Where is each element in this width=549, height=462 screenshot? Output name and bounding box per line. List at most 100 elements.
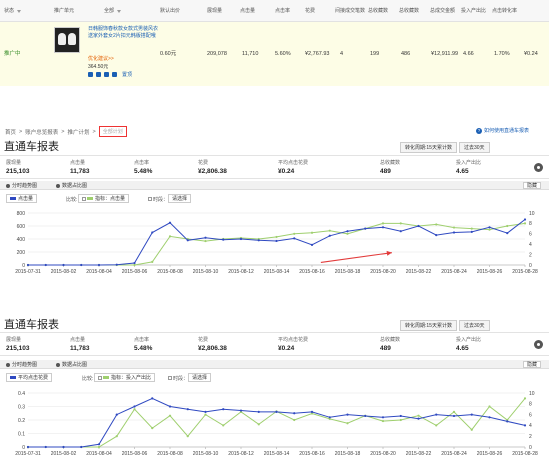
time-select[interactable]: 请选择 bbox=[168, 194, 192, 203]
checkbox-icon bbox=[82, 196, 86, 201]
cvr2-cell: ¥0.24 bbox=[524, 51, 538, 57]
radio-icon bbox=[56, 183, 60, 188]
help-link[interactable]: ? 如何使用直通车报表 bbox=[476, 127, 529, 134]
data-point bbox=[151, 260, 154, 263]
metric-label: 点击量 bbox=[70, 160, 86, 166]
series-line bbox=[28, 222, 526, 266]
y2-tick-label: 0 bbox=[529, 445, 532, 451]
col-ctr[interactable]: 点击率 bbox=[275, 0, 290, 22]
data-point bbox=[417, 417, 420, 420]
series-swatch bbox=[87, 197, 93, 200]
x-tick-label: 2015-08-14 bbox=[264, 269, 290, 275]
col-clicks[interactable]: 点击量 bbox=[240, 0, 255, 22]
metric-label: 总收藏数 bbox=[380, 337, 401, 343]
data-point bbox=[381, 222, 385, 225]
hide-button[interactable]: 隐藏 bbox=[522, 361, 541, 368]
gear-icon[interactable] bbox=[534, 163, 543, 172]
data-point bbox=[275, 239, 278, 243]
hide-button[interactable]: 隐藏 bbox=[522, 182, 541, 189]
product-thumbnail[interactable] bbox=[54, 27, 80, 53]
data-point bbox=[470, 227, 473, 230]
data-point bbox=[506, 224, 509, 228]
tab-trend[interactable]: 分时趋势图 bbox=[6, 182, 37, 189]
tab-trend[interactable]: 分时趋势图 bbox=[6, 361, 37, 368]
search-icon[interactable] bbox=[88, 72, 93, 77]
col-cvr[interactable]: 点击转化率 bbox=[492, 0, 520, 22]
series-line bbox=[28, 398, 526, 448]
data-point bbox=[239, 237, 243, 241]
col-impressions[interactable]: 展现量 bbox=[207, 0, 222, 22]
compare-select[interactable]: 指标：投入产出比 bbox=[94, 373, 156, 382]
data-point bbox=[417, 224, 420, 228]
row-actions: 置顶 bbox=[88, 71, 132, 78]
col-total-deal[interactable]: 总成交金额 bbox=[430, 0, 460, 22]
settings-icon[interactable] bbox=[96, 72, 101, 77]
breadcrumb-home[interactable]: 首页 bbox=[5, 128, 16, 136]
compare-select[interactable]: 指标：点击量 bbox=[78, 194, 130, 203]
col-default-bid[interactable]: 默认出价 bbox=[160, 0, 180, 22]
data-point bbox=[435, 424, 438, 427]
metrics-strip: 展现量 215,103 点击量 11,783 点击率 5.48% 花费 ¥2,806.38 平均… bbox=[0, 332, 549, 356]
time-label-text: 时段： bbox=[153, 197, 169, 203]
conversion-period-select[interactable]: 转化周期:15天累计数 bbox=[400, 320, 457, 331]
compare-label: 比较: bbox=[66, 197, 78, 203]
chart-icon[interactable] bbox=[104, 72, 109, 77]
col-cost[interactable]: 花费 bbox=[305, 0, 315, 22]
x-tick-label: 2015-08-20 bbox=[370, 451, 396, 457]
hide-button-label: 隐藏 bbox=[526, 362, 537, 368]
tab-trend-label: 分时趋势图 bbox=[12, 362, 38, 368]
edit-icon[interactable] bbox=[112, 72, 117, 77]
status-badge: 推广中 bbox=[4, 51, 21, 57]
data-point bbox=[293, 418, 296, 422]
x-tick-label: 2015-08-06 bbox=[122, 269, 148, 275]
col-total-fav-label: 总收藏数 bbox=[368, 7, 389, 14]
data-point bbox=[399, 414, 402, 418]
plan-select[interactable]: 全部计划 bbox=[98, 126, 127, 137]
col-total-fav2[interactable]: 总收藏数 bbox=[399, 0, 429, 22]
breadcrumb-account[interactable]: 账户总览报表 bbox=[25, 128, 58, 136]
date-range-select[interactable]: 过去30天 bbox=[458, 142, 490, 153]
chart-clicks: 0 200 400 600 800 0 2 4 6 8 10 2015-07-31 2015-08-02… bbox=[15, 211, 538, 275]
y-tick-label: 800 bbox=[17, 211, 26, 217]
x-tick-label: 2015-08-26 bbox=[477, 451, 503, 457]
date-range-select[interactable]: 过去30天 bbox=[458, 320, 490, 331]
data-point bbox=[204, 410, 207, 413]
x-tick-label: 2015-08-10 bbox=[193, 269, 219, 275]
col-all[interactable]: 全部 bbox=[104, 0, 122, 22]
checkbox-icon[interactable] bbox=[148, 197, 152, 201]
checkbox-icon[interactable] bbox=[168, 376, 172, 380]
col-status-label: 状态 bbox=[4, 7, 15, 14]
data-point bbox=[328, 234, 331, 237]
chart-toolbar: 点击量 比较: 指标：点击量 时段： 请选择 bbox=[0, 193, 549, 204]
col-total-deal-label: 总成交金额 bbox=[430, 7, 456, 14]
data-point bbox=[133, 408, 136, 411]
data-point bbox=[133, 261, 136, 265]
data-point bbox=[257, 423, 260, 426]
col-indirect[interactable]: 间接成交笔数 bbox=[335, 0, 365, 22]
ctr-cell: 5.60% bbox=[275, 51, 291, 57]
breadcrumb-plan[interactable]: 推广计划 bbox=[67, 128, 89, 136]
time-select[interactable]: 请选择 bbox=[188, 373, 212, 382]
product-title-link[interactable]: 日韩服饰春秋款女款式男装风衣送家外套女2片扣元韩版搭配哦 bbox=[88, 26, 158, 40]
x-tick-label: 2015-08-08 bbox=[157, 269, 183, 275]
conversion-period-select[interactable]: 转化周期:15天累计数 bbox=[400, 142, 457, 153]
col-status[interactable]: 状态 bbox=[4, 0, 22, 22]
col-roi[interactable]: 投入产出比 bbox=[461, 0, 486, 22]
metric-select[interactable]: 平均点击花费 bbox=[6, 373, 53, 382]
data-point bbox=[488, 405, 491, 408]
gear-icon[interactable] bbox=[534, 340, 543, 349]
x-tick-label: 2015-08-16 bbox=[299, 269, 325, 275]
data-point bbox=[44, 445, 47, 449]
metric-select-label: 点击量 bbox=[18, 196, 34, 202]
metric-value: 215,103 bbox=[6, 345, 30, 352]
pin-link[interactable]: 置顶 bbox=[122, 71, 132, 78]
col-impressions-label: 展现量 bbox=[207, 7, 223, 14]
tab-compare[interactable]: 数据占比图 bbox=[56, 361, 87, 368]
data-point bbox=[257, 410, 260, 413]
col-total-fav[interactable]: 总收藏数 bbox=[368, 0, 398, 22]
y-tick-label: 0.4 bbox=[18, 391, 25, 397]
time-label: 时段： bbox=[148, 196, 168, 203]
tab-compare[interactable]: 数据占比图 bbox=[56, 182, 87, 189]
optimize-advice-link[interactable]: 优化建议>> bbox=[88, 55, 114, 62]
metric-select[interactable]: 点击量 bbox=[6, 194, 38, 203]
